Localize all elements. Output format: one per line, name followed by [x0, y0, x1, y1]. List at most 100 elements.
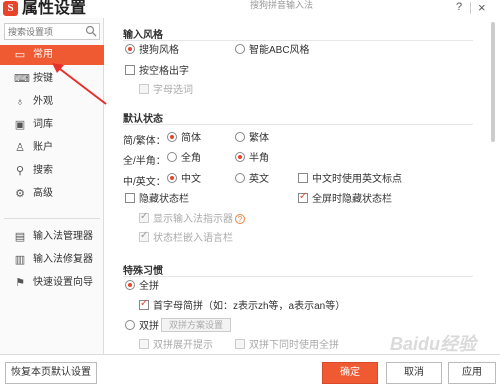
- sogou-logo-icon: S: [3, 1, 18, 16]
- checkbox-label: 字母选词: [153, 85, 193, 96]
- radio-label: 搜狗风格: [139, 45, 179, 56]
- sidebar-item-label: 词库: [33, 119, 53, 130]
- checkbox-indicator[interactable]: [139, 298, 149, 310]
- sidebar-tool-label: 输入法修复器: [33, 254, 93, 265]
- apply-button[interactable]: 应用: [448, 362, 496, 384]
- checkbox-label: 双拼下同时使用全拼: [249, 340, 339, 351]
- checkbox-indicator[interactable]: [298, 191, 308, 203]
- checkbox-show-indicator[interactable]: 显示输入法指示器?: [139, 211, 245, 226]
- sidebar-item-account[interactable]: ♙ 账户: [0, 138, 104, 158]
- checkbox-indicator[interactable]: [139, 84, 149, 94]
- radio-sogou-style[interactable]: 搜狗风格: [125, 44, 179, 57]
- sidebar-tool-manager[interactable]: ▤ 输入法管理器: [0, 227, 104, 247]
- radio-label: 全角: [181, 153, 201, 164]
- radio-half-width[interactable]: 半角: [235, 152, 269, 165]
- search-box[interactable]: [4, 23, 100, 40]
- radio-label: 半角: [249, 153, 269, 164]
- cancel-button[interactable]: 取消: [386, 362, 442, 384]
- checkbox-english-punct[interactable]: 中文时使用英文标点: [298, 173, 402, 186]
- checkbox-shuangpin-both[interactable]: 双拼下同时使用全拼: [235, 339, 339, 352]
- monitor-icon: ▭: [14, 49, 26, 61]
- radio-indicator[interactable]: [167, 173, 177, 183]
- section-divider: [123, 124, 473, 125]
- checkbox-hide-status[interactable]: 隐藏状态栏: [125, 193, 189, 206]
- sidebar-item-advanced[interactable]: ⚙ 高级: [0, 184, 104, 204]
- checkbox-label: 双拼展开提示: [153, 340, 213, 351]
- flag-icon: ⚑: [15, 277, 25, 289]
- book-icon: ▣: [14, 119, 26, 131]
- sidebar-divider: [4, 218, 100, 219]
- radio-label: 智能ABC风格: [249, 45, 310, 56]
- scrollbar[interactable]: [490, 18, 496, 354]
- radio-indicator[interactable]: [235, 173, 245, 183]
- checkbox-indicator[interactable]: [125, 65, 135, 75]
- checkbox-embed-language[interactable]: 状态栏嵌入语言栏: [139, 230, 233, 245]
- radio-abc-style[interactable]: 智能ABC风格: [235, 44, 310, 57]
- width-label: 全/半角：: [123, 156, 166, 167]
- checkbox-indicator[interactable]: [139, 211, 149, 223]
- title-bar: S 属性设置 搜狗拼音输入法 ? ×: [0, 0, 500, 18]
- checkbox-shuangpin-show[interactable]: 双拼展开提示: [139, 339, 213, 352]
- checkbox-indicator[interactable]: [125, 193, 135, 203]
- radio-indicator[interactable]: [125, 320, 135, 330]
- titlebar-divider: [470, 2, 471, 14]
- sidebar-tool-label: 输入法管理器: [33, 231, 93, 242]
- sidebar-item-label: 高级: [33, 188, 53, 199]
- radio-simplified[interactable]: 简体: [167, 132, 201, 145]
- window-caption: 搜狗拼音输入法: [250, 0, 314, 10]
- radio-traditional[interactable]: 繁体: [235, 132, 269, 145]
- radio-indicator[interactable]: [125, 280, 135, 290]
- help-icon[interactable]: ?: [235, 214, 245, 224]
- section-title-default-state: 默认状态: [123, 114, 163, 125]
- lang-label: 中/英文：: [123, 177, 166, 188]
- user-icon: ♙: [15, 142, 25, 154]
- sidebar-tool-wizard[interactable]: ⚑ 快速设置向导: [0, 273, 104, 293]
- sidebar-item-label: 账户: [33, 142, 53, 153]
- sidebar-item-keys[interactable]: ⌨ 按键: [0, 69, 104, 89]
- radio-shuangpin[interactable]: 双拼: [125, 320, 159, 333]
- radio-indicator[interactable]: [167, 152, 177, 162]
- radio-indicator[interactable]: [235, 44, 245, 54]
- section-title-special: 特殊习惯: [123, 266, 163, 277]
- sidebar-tool-repair[interactable]: ▥ 输入法修复器: [0, 250, 104, 270]
- watermark-logo: Baidu经验: [390, 334, 477, 354]
- radio-indicator[interactable]: [235, 152, 245, 162]
- sidebar-item-label: 搜索: [33, 165, 53, 176]
- sidebar-item-label: 按键: [33, 73, 53, 84]
- search-icon[interactable]: [85, 25, 97, 37]
- checkbox-fullscreen-hide[interactable]: 全屏时隐藏状态栏: [298, 191, 392, 206]
- shuangpin-settings-button[interactable]: 双拼方案设置: [161, 318, 231, 332]
- sidebar-item-appearance[interactable]: ♁ 外观: [0, 92, 104, 112]
- checkbox-indicator[interactable]: [235, 339, 245, 349]
- sidebar-item-label: 常用: [33, 49, 53, 60]
- radio-english[interactable]: 英文: [235, 173, 269, 186]
- repair-icon: ▥: [14, 254, 26, 266]
- radio-label: 繁体: [249, 133, 269, 144]
- checkbox-label: 状态栏嵌入语言栏: [153, 233, 233, 244]
- checkbox-initial-abbr[interactable]: 首字母简拼（如：z表示zh等，a表示an等）: [139, 298, 345, 313]
- sidebar-item-common[interactable]: ▭ 常用: [0, 45, 104, 65]
- checkbox-indicator[interactable]: [298, 173, 308, 183]
- trad-label: 简/繁体：: [123, 136, 166, 147]
- radio-indicator[interactable]: [235, 132, 245, 142]
- radio-full-width[interactable]: 全角: [167, 152, 201, 165]
- scrollbar-thumb[interactable]: [491, 22, 495, 142]
- checkbox-indicator[interactable]: [139, 230, 149, 242]
- help-button[interactable]: ?: [456, 1, 462, 13]
- sidebar-item-search[interactable]: ⚲ 搜索: [0, 161, 104, 181]
- sidebar-item-dictionary[interactable]: ▣ 词库: [0, 115, 104, 135]
- ok-button[interactable]: 确定: [322, 362, 378, 384]
- radio-quanpin[interactable]: 全拼: [125, 280, 159, 293]
- sidebar: ▭ 常用 ⌨ 按键 ♁ 外观 ▣ 词库 ♙ 账户 ⚲ 搜索 ⚙ 高级 ▤ 输入法…: [0, 18, 104, 354]
- radio-indicator[interactable]: [167, 132, 177, 142]
- radio-chinese[interactable]: 中文: [167, 173, 201, 186]
- radio-indicator[interactable]: [125, 44, 135, 54]
- checkbox-label: 全屏时隐藏状态栏: [312, 194, 392, 205]
- checkbox-letter-select[interactable]: 字母选词: [139, 84, 193, 97]
- checkbox-space-output[interactable]: 按空格出字: [125, 65, 189, 78]
- close-button[interactable]: ×: [478, 0, 486, 15]
- window-title: 属性设置: [22, 0, 87, 17]
- search-input[interactable]: [8, 25, 84, 38]
- restore-defaults-button[interactable]: 恢复本页默认设置: [5, 362, 97, 384]
- checkbox-indicator[interactable]: [139, 339, 149, 349]
